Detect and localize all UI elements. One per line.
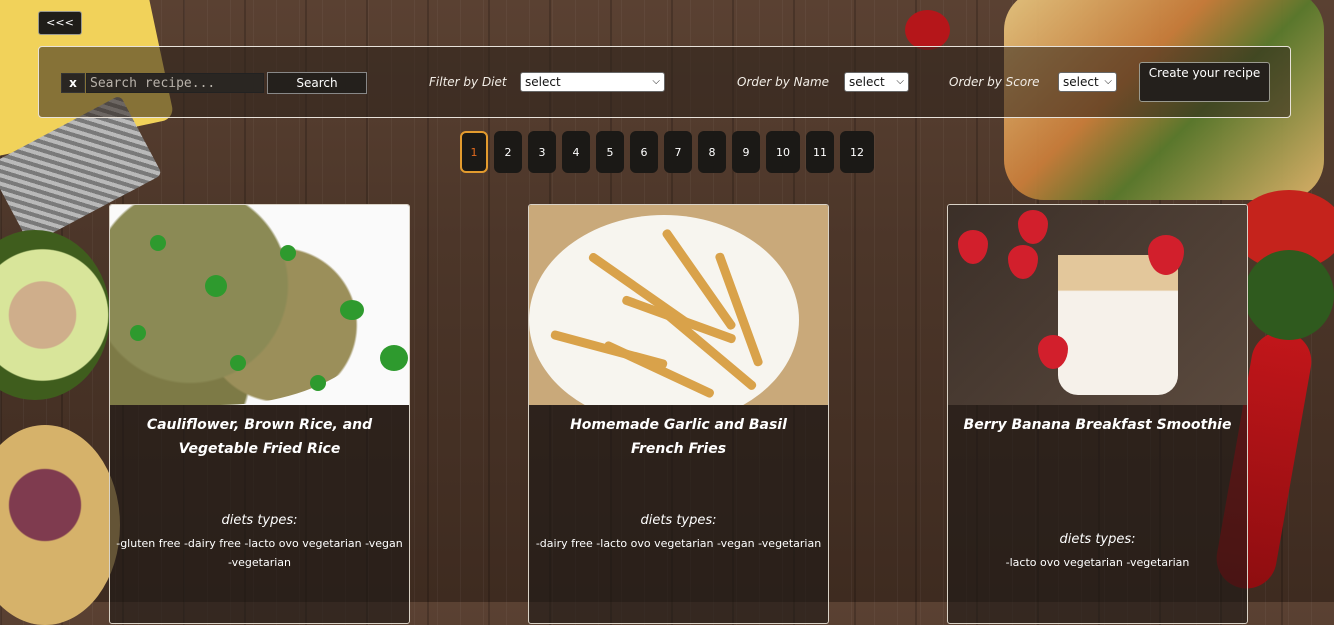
page-button-11[interactable]: 11 [806,131,834,173]
page-button-7[interactable]: 7 [664,131,692,173]
page-button-2[interactable]: 2 [494,131,522,173]
recipe-card[interactable]: Homemade Garlic and Basil French Fries d… [528,204,829,624]
diets-heading: diets types: [640,513,717,528]
french-fries-photo [529,205,828,405]
page-button-3[interactable]: 3 [528,131,556,173]
taco-decoration-left [0,425,120,625]
order-name-label: Order by Name [737,75,830,89]
chevron-down-icon: ⌵ [896,76,904,87]
page-button-10[interactable]: 10 [766,131,800,173]
herb-decoration [1244,250,1334,340]
search-toolbar: x Search Filter by Diet select ⌵ Order b… [38,46,1291,118]
page-button-9[interactable]: 9 [732,131,760,173]
search-input[interactable] [86,73,264,93]
diets-heading: diets types: [221,513,298,528]
tomato-decoration [1234,190,1334,270]
chevron-down-icon: ⌵ [1104,76,1112,87]
chili-decoration [905,10,950,50]
create-recipe-button[interactable]: Create your recipe [1139,62,1270,102]
avocado-decoration [0,230,110,400]
recipe-card[interactable]: Cauliflower, Brown Rice, and Vegetable F… [109,204,410,624]
page-button-8[interactable]: 8 [698,131,726,173]
recipe-card[interactable]: Berry Banana Breakfast Smoothie diets ty… [947,204,1248,624]
page-button-12[interactable]: 12 [840,131,874,173]
page-button-1[interactable]: 1 [460,131,488,173]
page-button-4[interactable]: 4 [562,131,590,173]
search-button[interactable]: Search [267,72,367,94]
order-score-label: Order by Score [949,75,1040,89]
clear-search-button[interactable]: x [61,73,85,93]
recipe-title: Cauliflower, Brown Rice, and Vegetable F… [146,417,373,457]
diets-list: -gluten free -dairy free -lacto ovo vege… [116,537,403,569]
order-name-select[interactable]: select ⌵ [844,72,909,92]
chevron-down-icon: ⌵ [652,76,660,87]
filter-diet-select[interactable]: select ⌵ [520,72,665,92]
filter-diet-label: Filter by Diet [429,75,507,89]
diets-heading: diets types: [1059,532,1136,547]
order-score-value: select [1063,75,1099,89]
order-name-value: select [849,75,885,89]
recipe-title: Berry Banana Breakfast Smoothie [963,417,1232,433]
smoothie-photo [948,205,1247,405]
page-button-5[interactable]: 5 [596,131,624,173]
back-button[interactable]: <<< [38,11,82,35]
filter-diet-value: select [525,75,561,89]
pagination: 1 2 3 4 5 6 7 8 9 10 11 12 [460,131,874,173]
diets-list: -lacto ovo vegetarian -vegetarian [1005,556,1190,569]
recipe-title: Homemade Garlic and Basil French Fries [570,417,787,457]
order-score-select[interactable]: select ⌵ [1058,72,1117,92]
page-button-6[interactable]: 6 [630,131,658,173]
fried-rice-photo [110,205,409,405]
diets-list: -dairy free -lacto ovo vegetarian -vegan… [535,537,822,550]
